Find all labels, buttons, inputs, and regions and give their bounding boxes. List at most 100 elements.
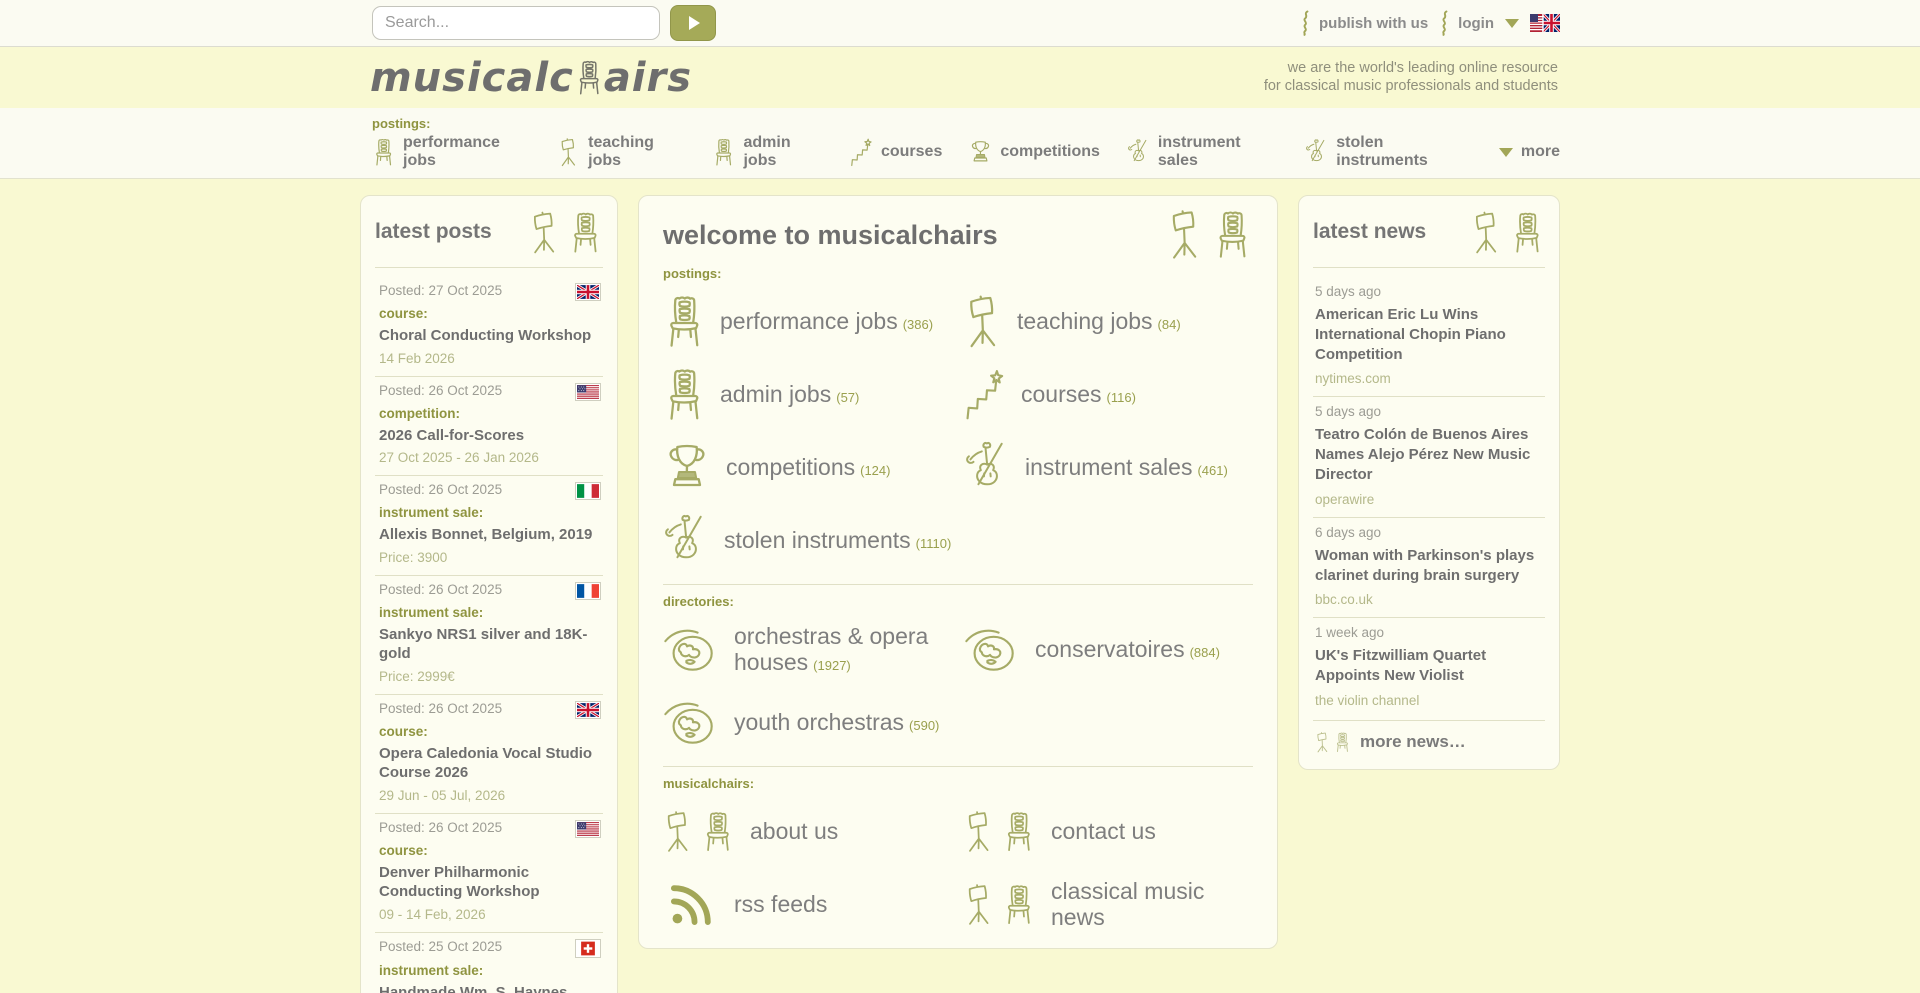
news-item[interactable]: 5 days ago American Eric Lu Wins Interna… — [1313, 277, 1545, 396]
post-item[interactable]: Posted: 26 Oct 2025 course: Opera Caledo… — [375, 694, 603, 813]
latest-news-title: latest news — [1313, 220, 1426, 244]
language-flag-icon[interactable] — [1530, 14, 1560, 32]
link-count: (84) — [1158, 317, 1181, 332]
search-go-icon — [689, 16, 700, 30]
post-item[interactable]: Posted: 26 Oct 2025 course: Denver Philh… — [375, 813, 603, 932]
postings-section-label: postings: — [663, 266, 1253, 281]
link-classical-music-news[interactable]: classical music news — [964, 876, 1253, 934]
link-instrument-sales[interactable]: instrument sales(461) — [964, 439, 1253, 497]
flag-uk-icon — [575, 701, 601, 719]
link-admin-jobs[interactable]: admin jobs(57) — [663, 366, 952, 424]
post-item[interactable]: Posted: 25 Oct 2025 instrument sale: Han… — [375, 932, 603, 993]
link-rss-feeds[interactable]: rss feeds — [663, 876, 952, 934]
login-label: login — [1458, 15, 1494, 32]
link-youth-orchestras[interactable]: youth orchestras(590) — [663, 694, 952, 752]
logo-text-right: airs — [604, 55, 692, 101]
link-performance-jobs[interactable]: performance jobs(386) — [663, 293, 952, 351]
link-teaching-jobs[interactable]: teaching jobs(84) — [964, 293, 1253, 351]
nav-item-teaching-jobs[interactable]: teaching jobs — [557, 134, 685, 170]
news-title[interactable]: American Eric Lu Wins International Chop… — [1315, 305, 1543, 364]
post-category: instrument sale: — [379, 505, 601, 520]
post-category: instrument sale: — [379, 963, 601, 978]
link-count: (386) — [903, 317, 933, 332]
link-label: classical music news — [1051, 878, 1204, 930]
news-title[interactable]: Woman with Parkinson's plays clarinet du… — [1315, 546, 1543, 586]
post-date: Posted: 26 Oct 2025 — [379, 582, 502, 597]
news-title[interactable]: Teatro Colón de Buenos Aires Names Alejo… — [1315, 425, 1543, 484]
news-title[interactable]: UK's Fitzwilliam Quartet Appoints New Vi… — [1315, 646, 1543, 686]
search-input[interactable] — [372, 6, 660, 40]
post-date: Posted: 27 Oct 2025 — [379, 283, 502, 298]
tagline-line2: for classical music professionals and st… — [1264, 78, 1558, 96]
news-item[interactable]: 6 days ago Woman with Parkinson's plays … — [1313, 517, 1545, 618]
link-competitions[interactable]: competitions(124) — [663, 439, 952, 497]
link-label: admin jobs — [720, 381, 831, 407]
news-source: operawire — [1315, 492, 1543, 507]
post-title[interactable]: Handmade Wm. S. Haynes — [379, 983, 601, 993]
post-detail: 27 Oct 2025 - 26 Jan 2026 — [379, 450, 601, 465]
squiggle-icon — [1300, 10, 1310, 36]
login-link[interactable]: login — [1439, 10, 1494, 36]
link-conservatoires[interactable]: conservatoires(884) — [964, 621, 1253, 679]
link-stolen-instruments[interactable]: stolen instruments(1110) — [663, 512, 952, 570]
link-label: rss feeds — [734, 891, 827, 917]
violin-icon — [964, 440, 1010, 496]
link-contact-us[interactable]: contact us — [964, 803, 1253, 861]
post-category: instrument sale: — [379, 605, 601, 620]
publish-with-us-link[interactable]: publish with us — [1300, 10, 1428, 36]
nav-item-more[interactable]: more — [1499, 143, 1560, 161]
nav-item-admin-jobs[interactable]: admin jobs — [712, 134, 822, 170]
top-bar: publish with us login — [0, 0, 1920, 47]
latest-posts-title: latest posts — [375, 220, 492, 244]
link-orchestras-opera-houses[interactable]: orchestras & opera houses(1927) — [663, 621, 952, 679]
music-stand-chair-icon — [964, 809, 1036, 855]
link-label: about us — [750, 818, 838, 844]
chair-icon — [663, 367, 705, 423]
logo-text-left: musicalc — [370, 55, 574, 101]
chevron-down-icon[interactable] — [1505, 19, 1519, 28]
link-about-us[interactable]: about us — [663, 803, 952, 861]
nav-item-instrument-sales[interactable]: instrument sales — [1127, 134, 1278, 170]
nav-item-label: instrument sales — [1158, 134, 1278, 170]
news-item[interactable]: 1 week ago UK's Fitzwilliam Quartet Appo… — [1313, 617, 1545, 718]
post-title[interactable]: Allexis Bonnet, Belgium, 2019 — [379, 525, 601, 545]
musicalchairs-section-label: musicalchairs: — [663, 776, 1253, 791]
link-count: (884) — [1190, 645, 1220, 660]
post-title[interactable]: 2026 Call-for-Scores — [379, 426, 601, 446]
post-detail: 14 Feb 2026 — [379, 351, 601, 366]
stairs-icon — [964, 369, 1006, 421]
nav-more-label: more — [1521, 143, 1560, 161]
nav-item-label: admin jobs — [743, 134, 822, 170]
more-news-link[interactable]: more news… — [1313, 720, 1545, 757]
news-item[interactable]: 5 days ago Teatro Colón de Buenos Aires … — [1313, 396, 1545, 516]
nav-item-competitions[interactable]: competitions — [969, 138, 1100, 167]
post-detail: 29 Jun - 05 Jul, 2026 — [379, 788, 601, 803]
nav-item-performance-jobs[interactable]: performance jobs — [372, 134, 530, 170]
chair-icon — [575, 58, 603, 98]
nav-item-label: stolen instruments — [1336, 134, 1472, 170]
nav-item-courses[interactable]: courses — [850, 138, 942, 167]
nav-postings-label: postings: — [372, 116, 1560, 131]
music-stand-chair-icon — [1167, 208, 1253, 262]
search-button[interactable] — [670, 5, 716, 41]
post-title[interactable]: Denver Philharmonic Conducting Workshop — [379, 863, 601, 902]
post-title[interactable]: Opera Caledonia Vocal Studio Course 2026 — [379, 744, 601, 783]
nav-item-label: performance jobs — [403, 134, 530, 170]
post-title[interactable]: Choral Conducting Workshop — [379, 326, 601, 346]
post-title[interactable]: Sankyo NRS1 silver and 18K-gold — [379, 625, 601, 664]
post-item[interactable]: Posted: 26 Oct 2025 instrument sale: San… — [375, 575, 603, 694]
link-count: (461) — [1197, 463, 1227, 478]
chair-icon — [663, 294, 705, 350]
nav-item-label: competitions — [1000, 143, 1100, 161]
link-courses[interactable]: courses(116) — [964, 366, 1253, 424]
post-item[interactable]: Posted: 26 Oct 2025 competition: 2026 Ca… — [375, 376, 603, 476]
main-nav: postings: performance jobs teaching jobs… — [0, 108, 1920, 179]
music-stand-chair-icon — [663, 809, 735, 855]
post-item[interactable]: Posted: 27 Oct 2025 course: Choral Condu… — [375, 277, 603, 376]
musicalchairs-logo[interactable]: musicalc airs — [370, 55, 692, 101]
publish-with-us-label: publish with us — [1319, 15, 1428, 32]
post-detail: Price: 3900 — [379, 550, 601, 565]
nav-item-stolen-instruments[interactable]: stolen instruments — [1305, 134, 1472, 170]
more-news-label: more news… — [1360, 732, 1466, 752]
post-item[interactable]: Posted: 26 Oct 2025 instrument sale: All… — [375, 475, 603, 575]
